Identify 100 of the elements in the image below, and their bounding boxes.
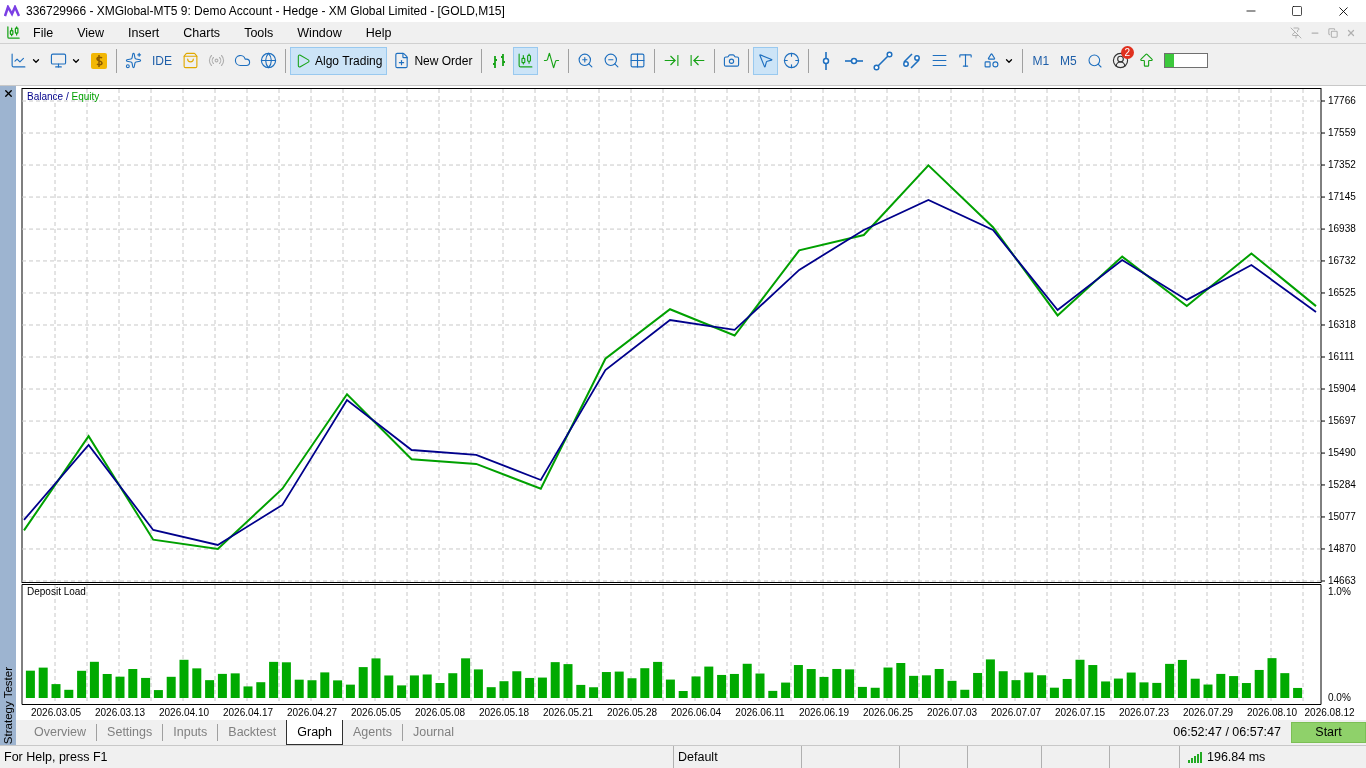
axis-label: 2026.07.07 [990, 706, 1042, 718]
timeframe-button[interactable]: M5 [1055, 46, 1082, 75]
menu-item[interactable]: View [65, 25, 117, 40]
menu-item[interactable]: Window [285, 25, 354, 40]
bar [1126, 672, 1136, 698]
profile-name: Default [678, 749, 718, 764]
bar [217, 673, 227, 698]
bar [755, 673, 765, 698]
crosshair-icon [783, 52, 801, 70]
window-title: 336729966 - XMGlobal-MT5 9: Demo Account - Hedge - XM Global Limited - [GOLD,M15] [26, 4, 506, 18]
bar [985, 658, 995, 698]
bar [883, 667, 893, 698]
bar [358, 666, 368, 698]
bar [333, 679, 343, 698]
bar [294, 679, 304, 698]
dollar-icon [90, 51, 108, 70]
shapes-icon [983, 52, 1001, 70]
bar [819, 676, 829, 698]
algo-trading-button[interactable]: Algo Trading [290, 46, 388, 75]
bar [973, 672, 983, 698]
bar [589, 686, 599, 698]
tab[interactable]: Overview [24, 723, 97, 741]
bar [269, 661, 279, 698]
candlestick-button[interactable] [513, 46, 539, 75]
bar [1190, 678, 1200, 698]
bar [1216, 673, 1226, 698]
tab[interactable]: Graph [286, 719, 343, 745]
tab[interactable]: Agents [343, 723, 402, 741]
bar [896, 662, 906, 698]
menu-item[interactable]: Tools [232, 25, 286, 40]
arrow-up-icon [1137, 52, 1155, 70]
menu-item[interactable]: File [21, 25, 66, 40]
bar [307, 679, 317, 698]
axis-label: 2026.03.05 [30, 706, 82, 718]
text-icon [957, 52, 975, 70]
axis-label: 2026.07.03 [926, 706, 978, 718]
bar [1049, 687, 1059, 698]
bar [563, 663, 573, 698]
bar [627, 677, 637, 698]
bar [781, 682, 791, 698]
new-order-button[interactable]: New Order [388, 46, 478, 75]
bar [806, 668, 816, 698]
bar [717, 674, 727, 698]
axis-label: 0.0% [1328, 691, 1351, 703]
bar [576, 684, 586, 698]
app-menu-icon[interactable] [6, 25, 21, 41]
axis-label: 16732 [1328, 254, 1356, 266]
bar [422, 674, 432, 698]
start-button[interactable]: Start [1291, 721, 1366, 743]
bar [857, 686, 867, 698]
bar [870, 687, 880, 698]
axis-label: 2026.04.10 [158, 706, 210, 718]
axis-label: 2026.05.18 [478, 706, 530, 718]
bar [179, 659, 189, 698]
menu-item[interactable]: Help [353, 25, 404, 40]
bar [1062, 678, 1072, 698]
bar [205, 679, 215, 698]
account-button[interactable]: 2 [1107, 46, 1133, 75]
cursor-button[interactable] [753, 46, 779, 75]
bar [998, 670, 1008, 698]
bar [729, 673, 739, 698]
axis-label: 16318 [1328, 318, 1356, 330]
app-logo [4, 5, 20, 17]
bar [947, 680, 957, 698]
close-icon[interactable] [1346, 27, 1356, 38]
axis-label: 1.0% [1328, 585, 1351, 597]
bar [832, 668, 842, 698]
bar [51, 683, 61, 698]
axis-label: 17559 [1328, 126, 1356, 138]
bar [1152, 682, 1162, 698]
menu-item[interactable]: Charts [171, 25, 233, 40]
unpin-icon[interactable] [1290, 26, 1302, 39]
axis-label: 2026.08.10 [1246, 706, 1298, 718]
bar [1293, 687, 1303, 698]
bar [1037, 674, 1047, 698]
tab[interactable]: Journal [401, 723, 464, 741]
bar [1113, 678, 1123, 698]
bar [448, 672, 458, 698]
bar [653, 661, 663, 698]
tab[interactable]: Settings [96, 723, 163, 741]
axis-label: 2026.04.17 [222, 706, 274, 718]
bar [1241, 682, 1251, 698]
bar [1203, 684, 1213, 698]
trendline-icon [873, 50, 894, 71]
bar [256, 681, 266, 698]
axis-label: 17145 [1328, 190, 1356, 202]
bar [89, 661, 99, 698]
ide-button[interactable]: IDE [147, 46, 177, 75]
axis-label: 16525 [1328, 286, 1356, 298]
bar [921, 674, 931, 698]
globe-icon [260, 52, 277, 70]
menu-item[interactable]: Insert [116, 25, 172, 40]
candlestick-icon [517, 52, 535, 70]
timeframe-button[interactable]: M1 [1027, 46, 1055, 75]
tab[interactable]: Inputs [162, 723, 218, 741]
axis-label: 2026.05.28 [606, 706, 658, 718]
axis-label: 2026.05.08 [414, 706, 466, 718]
bar [1075, 659, 1085, 698]
bar [960, 689, 970, 698]
bar [115, 676, 125, 698]
